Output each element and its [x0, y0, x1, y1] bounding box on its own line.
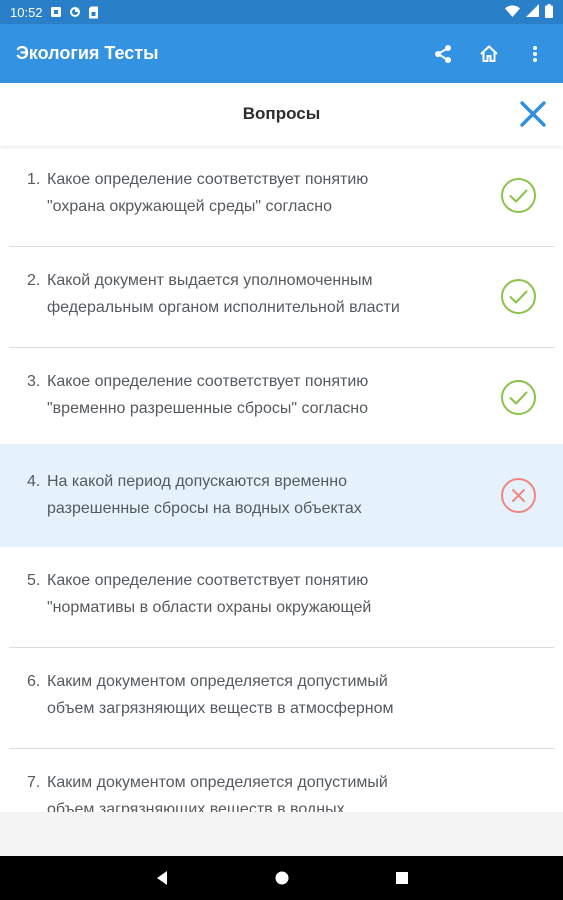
question-line-1: Каким документом определяется допустимый [47, 673, 388, 690]
home-icon[interactable] [477, 42, 501, 66]
notification-square-icon [50, 6, 62, 18]
question-text: 6. Каким документом определяется допустим… [27, 668, 477, 722]
question-row-3[interactable]: 3. Какое определение соответствует поняти… [0, 348, 563, 449]
question-text: 7. Каким документом определяется допустим… [27, 769, 477, 812]
questions-list[interactable]: 1. Какое определение соответствует поняти… [0, 146, 563, 812]
sheet-title: Вопросы [242, 104, 321, 123]
question-text: 3. Какое определение соответствует поняти… [27, 368, 477, 422]
recents-button[interactable] [380, 856, 424, 900]
wifi-icon [505, 4, 520, 20]
question-number: 2. [27, 272, 41, 289]
sheet-footer [0, 812, 563, 856]
share-icon[interactable] [431, 42, 455, 66]
question-row-4[interactable]: 4. На какой период допускаются временно р… [0, 444, 563, 547]
question-line-1: На какой период допускаются временно [47, 473, 347, 490]
question-number: 6. [27, 673, 41, 690]
back-icon [157, 871, 167, 885]
question-row-7[interactable]: 7. Каким документом определяется допустим… [0, 749, 563, 812]
question-text: 1. Какое определение соответствует поняти… [27, 166, 477, 220]
question-number: 3. [27, 373, 41, 390]
close-icon [520, 101, 546, 127]
signal-icon [526, 4, 539, 20]
question-line-1: Какое определение соответствует понятию [47, 373, 369, 390]
correct-check-icon [501, 279, 536, 314]
more-vert-icon[interactable] [523, 42, 547, 66]
question-line-2: "временно разрешенные сбросы" согласно [47, 400, 369, 417]
close-button[interactable] [516, 97, 550, 131]
recents-icon [396, 872, 408, 884]
correct-check-icon [501, 178, 536, 213]
battery-icon [545, 3, 553, 21]
vpn-icon [69, 6, 81, 18]
home-circle-icon [275, 871, 289, 885]
question-row-1[interactable]: 1. Какое определение соответствует поняти… [0, 146, 563, 247]
status-bar: 10:52 [0, 0, 563, 24]
sim-card-icon [88, 6, 99, 19]
home-nav-button[interactable] [260, 856, 304, 900]
app-bar: Экология Тесты [0, 24, 563, 83]
app-title: Экология Тесты [16, 43, 159, 63]
question-line-1: Каким документом определяется допустимый [47, 774, 388, 791]
question-line-2: объем загрязняющих веществ в водных [47, 801, 345, 812]
question-line-2: объем загрязняющих веществ в атмосферном [47, 700, 394, 717]
wrong-cross-icon [501, 478, 536, 513]
question-line-2: федеральным органом исполнительной власт… [47, 299, 400, 316]
correct-check-icon [501, 380, 536, 415]
question-line-1: Какой документ выдается уполномоченным [47, 272, 373, 289]
question-number: 7. [27, 774, 41, 791]
question-row-5[interactable]: 5. Какое определение соответствует поняти… [0, 547, 563, 648]
question-text: 4. На какой период допускаются временно р… [27, 468, 477, 522]
question-line-2: "охрана окружающей среды" согласно [47, 198, 332, 215]
question-line-2: разрешенные сбросы на водных объектах [47, 500, 362, 517]
question-line-2: "нормативы в области охраны окружающей [47, 599, 372, 616]
question-row-6[interactable]: 6. Каким документом определяется допустим… [0, 648, 563, 749]
question-line-1: Какое определение соответствует понятию [47, 171, 369, 188]
question-line-1: Какое определение соответствует понятию [47, 572, 369, 589]
question-number: 5. [27, 572, 41, 589]
question-number: 4. [27, 473, 41, 490]
question-text: 2. Какой документ выдается уполномоченным… [27, 267, 477, 321]
system-nav-bar [0, 856, 563, 900]
back-button[interactable] [140, 856, 184, 900]
clock: 10:52 [10, 4, 43, 20]
question-number: 1. [27, 171, 41, 188]
question-text: 5. Какое определение соответствует поняти… [27, 567, 477, 621]
questions-sheet-header: Вопросы [0, 84, 563, 146]
question-row-2[interactable]: 2. Какой документ выдается уполномоченным… [0, 247, 563, 348]
